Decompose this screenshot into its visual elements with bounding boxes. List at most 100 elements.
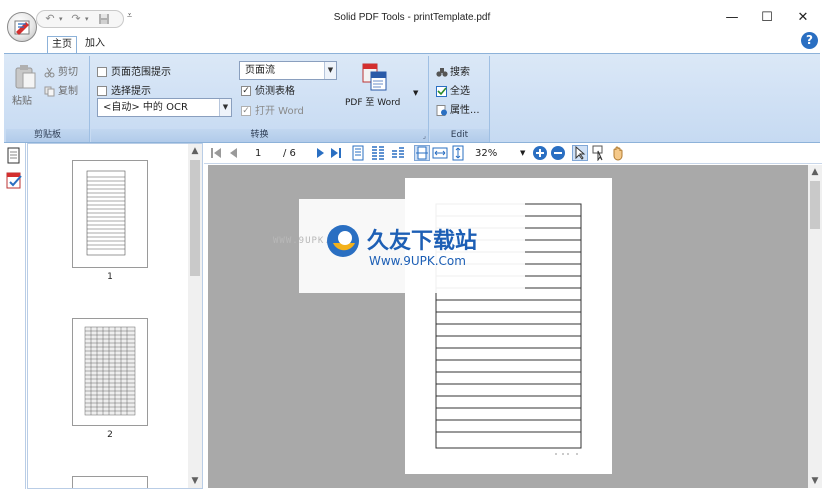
detect-tables-checkbox[interactable]: ✓ [241, 86, 251, 96]
page-range-hint-label: 页面范围提示 [111, 67, 171, 78]
paste-label: 粘贴 [12, 96, 32, 107]
convert-group-title: 转换 [91, 129, 428, 142]
ribbon-tabs: 主页 加入 [0, 36, 824, 53]
tab-home[interactable]: 主页 [47, 36, 77, 53]
close-button[interactable]: ✕ [786, 6, 820, 30]
page-range-hint-checkbox[interactable] [97, 67, 107, 77]
thumbnail-page-number: 1 [107, 272, 113, 282]
binoculars-icon [436, 67, 448, 78]
app-window: ↶ ▾ ↷ ▾ ⩡ Solid PDF Tools - printTemplat… [0, 0, 824, 493]
page-icon [7, 147, 20, 164]
cut-label: 剪切 [58, 67, 78, 78]
edit-group-title: Edit [430, 129, 489, 142]
search-button[interactable]: 搜索 [436, 63, 470, 78]
properties-icon [436, 104, 448, 116]
maximize-button[interactable]: ☐ [750, 6, 784, 30]
pages-panel-button[interactable] [6, 147, 22, 165]
paste-button[interactable]: 粘贴 [12, 62, 38, 108]
single-page-view-icon[interactable] [350, 145, 366, 161]
select-tool-icon[interactable] [572, 145, 588, 161]
solid-pdf-logo-icon [14, 20, 30, 35]
clipboard-group-title: 剪贴板 [6, 129, 89, 142]
zoom-in-icon[interactable] [532, 145, 548, 161]
search-label: 搜索 [450, 67, 470, 78]
table-select-tool-icon[interactable] [592, 145, 608, 162]
clipboard-group: 粘贴 剪切 复制 剪贴板 [6, 56, 90, 142]
thumbnail-preview [84, 326, 136, 416]
watermark-url: Www.9UPK.Com [369, 254, 466, 268]
tab-insert[interactable]: 加入 [81, 36, 109, 53]
scissors-icon [44, 67, 55, 78]
scrollbar-thumb[interactable] [190, 160, 200, 276]
selection-hint-label: 选择提示 [111, 86, 151, 97]
first-page-icon[interactable] [208, 145, 224, 161]
edit-group: 搜索 全选 属性... Edit [430, 56, 490, 142]
layout-mode-select[interactable]: 页面流 ▼ [239, 61, 337, 80]
side-panel-strip [2, 143, 26, 489]
title-bar: ↶ ▾ ↷ ▾ ⩡ Solid PDF Tools - printTemplat… [0, 0, 824, 36]
selection-hint-option[interactable]: 选择提示 [97, 82, 151, 97]
previous-page-icon[interactable] [226, 145, 242, 161]
chevron-down-icon[interactable]: ▼ [413, 89, 418, 97]
fit-height-icon[interactable] [450, 145, 466, 161]
open-word-checkbox[interactable]: ✓ [241, 106, 251, 116]
fit-width-icon[interactable] [432, 145, 448, 161]
open-word-option[interactable]: ✓ 打开 Word [241, 102, 304, 117]
document-scrollbar[interactable]: ▲ ▼ [808, 165, 822, 488]
next-page-icon[interactable] [312, 145, 328, 161]
select-all-button[interactable]: 全选 [436, 82, 470, 97]
selection-hint-checkbox[interactable] [97, 86, 107, 96]
copy-button[interactable]: 复制 [44, 82, 78, 97]
select-all-label: 全选 [450, 86, 470, 97]
tasks-panel-button[interactable] [6, 171, 24, 189]
checklist-pdf-icon [6, 172, 22, 189]
page-number-input[interactable]: 1 [250, 145, 278, 162]
page-thumbnail[interactable] [72, 476, 148, 488]
zoom-out-icon[interactable] [550, 145, 566, 161]
page-range-hint-option[interactable]: 页面范围提示 [97, 63, 171, 78]
thumbnail-pane: 1 2 ▲ ▼ [27, 143, 203, 489]
thumbnail-scrollbar[interactable]: ▲ ▼ [188, 144, 202, 488]
ocr-language-select[interactable]: <自动> 中的 OCR ▼ [97, 98, 232, 117]
help-icon[interactable]: ? [801, 32, 818, 49]
properties-label: 属性... [450, 105, 480, 116]
cut-button[interactable]: 剪切 [44, 63, 78, 78]
scroll-up-icon[interactable]: ▲ [808, 165, 822, 179]
thumbnail-preview [86, 170, 126, 256]
dialog-launcher-icon[interactable]: ⌟ [423, 132, 426, 140]
copy-label: 复制 [58, 86, 78, 97]
scrollbar-thumb[interactable] [810, 181, 820, 229]
continuous-view-icon[interactable] [370, 145, 386, 161]
scroll-up-icon[interactable]: ▲ [188, 144, 202, 158]
detect-tables-option[interactable]: ✓ 侦测表格 [241, 82, 295, 97]
hand-tool-icon[interactable] [610, 145, 626, 161]
pdf-to-word-label: PDF 至 Word [345, 98, 401, 108]
layout-select-value: 页面流 [245, 65, 275, 76]
window-title: Solid PDF Tools - printTemplate.pdf [333, 12, 491, 23]
paste-icon [15, 65, 36, 89]
page-thumbnail[interactable] [72, 318, 148, 426]
minimize-button[interactable]: — [715, 6, 749, 30]
open-word-label: 打开 Word [255, 106, 304, 117]
properties-button[interactable]: 属性... [436, 101, 480, 116]
detect-tables-label: 侦测表格 [255, 86, 295, 97]
scroll-down-icon[interactable]: ▼ [808, 474, 822, 488]
pdf-to-word-button[interactable]: PDF 至 Word ▼ [343, 62, 418, 110]
scroll-down-icon[interactable]: ▼ [188, 474, 202, 488]
fit-page-icon[interactable] [414, 145, 430, 161]
page-thumbnail[interactable] [72, 160, 148, 268]
facing-view-icon[interactable] [390, 145, 406, 161]
last-page-icon[interactable] [328, 145, 344, 161]
viewer-toolbar: 1 / 6 32% ▼ [204, 143, 822, 164]
document-view[interactable]: WWW.9UPK.COM 久友下载站 Www.9UPK.Com [208, 165, 808, 488]
ribbon: 粘贴 剪切 复制 剪贴板 页面范围提示 选择提示 <自动> 中的 OCR ▼ 页… [4, 53, 820, 143]
thumbnail-page-number: 2 [107, 430, 113, 440]
watermark-overlay: WWW.9UPK.COM 久友下载站 Www.9UPK.Com [273, 199, 525, 293]
chevron-down-icon: ▼ [219, 99, 231, 116]
zoom-input[interactable]: 32% [472, 145, 520, 162]
watermark-logo-icon [325, 223, 361, 259]
convert-group: 页面范围提示 选择提示 <自动> 中的 OCR ▼ 页面流 ▼ ✓ 侦测表格 ✓ 打… [91, 56, 429, 142]
select-all-icon [436, 85, 448, 97]
application-menu-button[interactable] [7, 12, 37, 42]
pdf-to-word-icon [362, 63, 387, 91]
